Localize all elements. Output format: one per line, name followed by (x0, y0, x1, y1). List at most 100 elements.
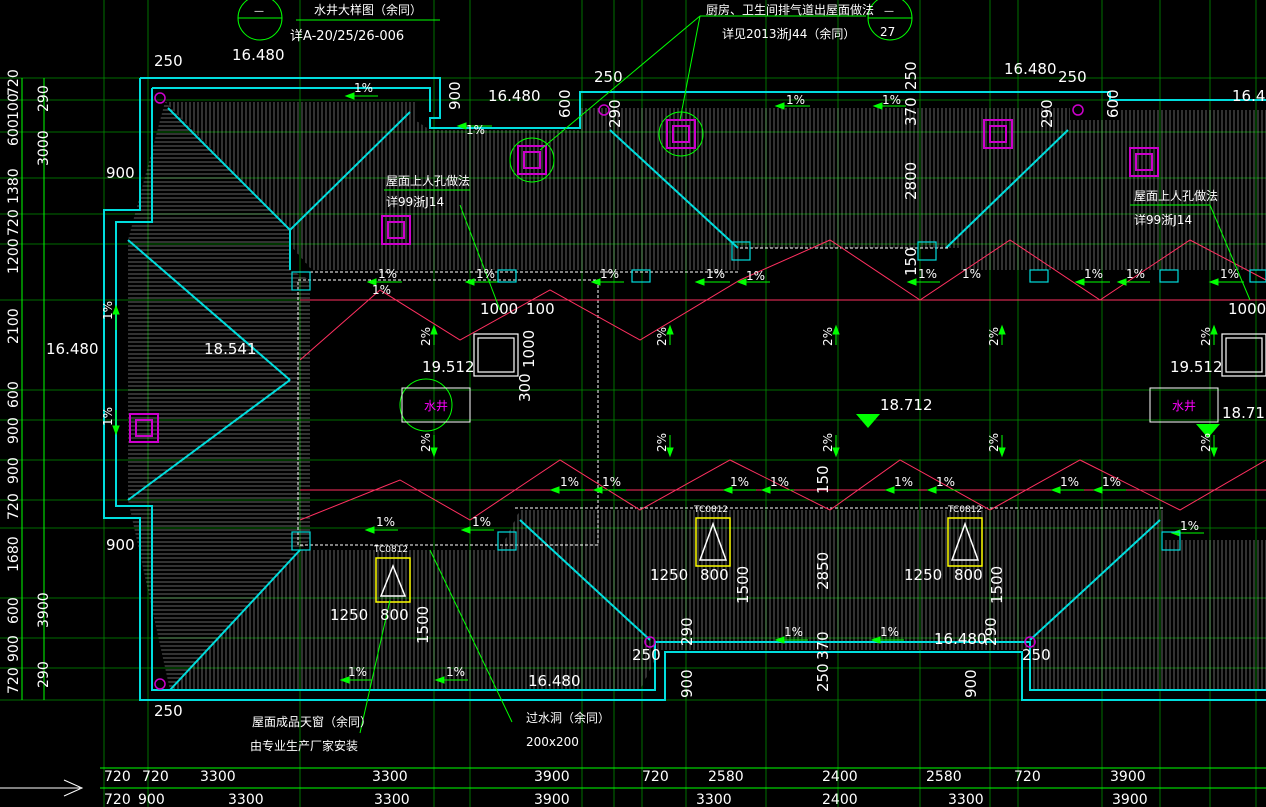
elev-top-far-right: 16.48 (1232, 87, 1266, 105)
left-dim-label: 100 (6, 93, 22, 120)
dim-label: 290 (982, 617, 1000, 646)
dim-label: 290 (678, 617, 696, 646)
dim-label: 800 (954, 566, 983, 584)
bottom-dim-label: 720 (104, 769, 131, 785)
dim-label: 290 (1038, 99, 1056, 128)
slope-label: 1% (101, 301, 115, 320)
slope-label: 1% (354, 81, 373, 95)
left-dim-label: 290 (36, 85, 52, 112)
left-dim-label: 720 (6, 667, 22, 694)
tc-right: TC0812 (947, 505, 982, 515)
dim-label: 100 (526, 300, 555, 318)
slope-label: 2% (655, 433, 669, 452)
slope-label: 1% (1060, 475, 1079, 489)
bottom-dim-label: 2400 (822, 792, 858, 807)
dim-label: 1500 (734, 566, 752, 604)
elev-bottom-left: 16.480 (528, 672, 581, 690)
bottom-dim-label: 2580 (708, 769, 744, 785)
dim-label: 370 (814, 631, 832, 660)
hatch-left-ref: 详99浙J14 (386, 194, 444, 209)
bottom-dim-label: 3300 (948, 792, 984, 807)
bottom-dim-label: 3900 (1112, 792, 1148, 807)
slope-label: 1% (784, 625, 803, 639)
slope-label: 1% (1084, 267, 1103, 281)
dim-label: 1250 (650, 566, 688, 584)
dim-label: 600 (1104, 89, 1122, 118)
bottom-dim-label: 3300 (374, 792, 410, 807)
skylight-install: 由专业生产厂家安装 (250, 738, 358, 753)
tc-left: TC0812 (373, 545, 408, 555)
dim-label: 2850 (814, 552, 832, 590)
dim-label: 150 (814, 465, 832, 494)
left-dim-label: 1200 (6, 238, 22, 274)
slope-label: 1% (600, 267, 619, 281)
bottom-dim-label: 2580 (926, 769, 962, 785)
bottom-dim-label: 3300 (200, 769, 236, 785)
dim-label: 900 (446, 81, 464, 110)
slope-label: 1% (746, 269, 765, 283)
bottom-dim-label: 900 (138, 792, 165, 807)
dim-label: 300 (516, 373, 534, 402)
bottom-dim-label: 3300 (228, 792, 264, 807)
slope-label: 1% (880, 625, 899, 639)
dim-label: 600 (556, 89, 574, 118)
left-dim-label: 900 (6, 457, 22, 484)
slope-label: 1% (472, 515, 491, 529)
slope-label: 1% (560, 475, 579, 489)
dim-label: 900 (962, 669, 980, 698)
vent-title: 厨房、卫生间排气道出屋面做法 (706, 2, 874, 17)
left-dim-label: 600 (6, 597, 22, 624)
dim-label: 250 (594, 68, 623, 86)
bottom-dim-label: 3900 (534, 792, 570, 807)
detail-bubble-num: 27 (880, 25, 895, 39)
slope-label: 1% (376, 515, 395, 529)
left-dim-label: 1380 (6, 168, 22, 204)
water-tank-left-label: 水井 (424, 399, 448, 413)
elev-center: 18.712 (880, 396, 933, 414)
hatch-right-note: 屋面上人孔做法 (1134, 188, 1218, 203)
slope-label: 1% (1126, 267, 1145, 281)
tc-mid: TC0812 (693, 505, 728, 515)
dim-label: 2800 (902, 162, 920, 200)
slope-label: 2% (987, 327, 1001, 346)
left-dim-label: 290 (36, 661, 52, 688)
dim-label: 1500 (988, 566, 1006, 604)
water-tank-title: 水井大样图（余同） (314, 2, 422, 17)
water-tank-ref: 详A-20/25/26-006 (290, 29, 404, 44)
left-dim-label: 720 (6, 69, 22, 96)
vent-ref: 详见2013浙J44（余同） (722, 26, 855, 41)
bottom-dim-label: 720 (104, 792, 131, 807)
dim-label: 1250 (330, 606, 368, 624)
hatch-right-ref: 详99浙J14 (1134, 212, 1192, 227)
bottom-dim-label: 3900 (534, 769, 570, 785)
left-dim-label: 600 (6, 119, 22, 146)
dim-label: 800 (380, 606, 409, 624)
elev-bottom-right: 16.480 (934, 630, 987, 648)
left-dim-label: 3900 (36, 592, 52, 628)
slope-label: 1% (1220, 267, 1239, 281)
dim-left-900-lower: 900 (106, 536, 135, 554)
slope-label: 1% (348, 665, 367, 679)
slope-label: 1% (770, 475, 789, 489)
slope-label: 2% (821, 327, 835, 346)
slope-label: 2% (987, 433, 1001, 452)
slope-label: 2% (419, 327, 433, 346)
dim-label: 250 (154, 52, 183, 70)
dim-label: 250 (632, 646, 661, 664)
slope-label: 2% (655, 327, 669, 346)
slope-label: 2% (821, 433, 835, 452)
slope-label: 2% (1199, 327, 1213, 346)
bottom-dim-label: 720 (1014, 769, 1041, 785)
elev-tank-left: 19.512 (422, 358, 475, 376)
slope-label: 1% (882, 93, 901, 107)
elev-ridge-left: 18.541 (204, 340, 257, 358)
slope-label: 1% (1102, 475, 1121, 489)
elev-top-right: 16.480 (1004, 60, 1057, 78)
slope-label: 1% (1180, 519, 1199, 533)
slope-label: 1% (446, 665, 465, 679)
elev-top-left: 16.480 (232, 46, 285, 64)
left-dim-label: 600 (6, 381, 22, 408)
bottom-dim-label: 2400 (822, 769, 858, 785)
slope-label: 1% (466, 123, 485, 137)
dim-label: 900 (678, 669, 696, 698)
